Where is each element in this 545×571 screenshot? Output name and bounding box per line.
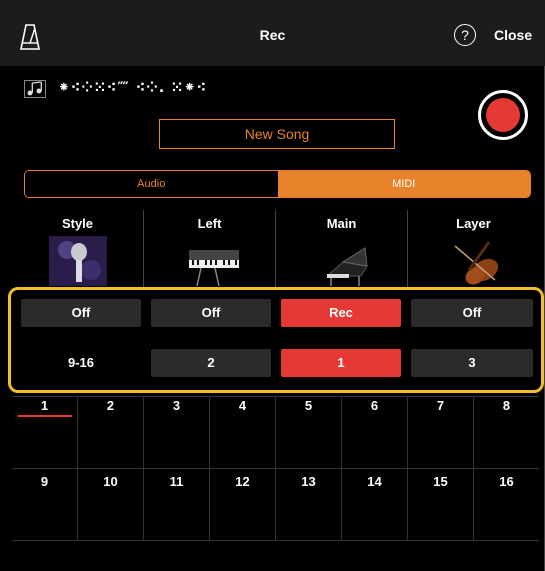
grid-cell[interactable]: 8: [474, 396, 539, 468]
part-label-left: Left: [197, 216, 222, 231]
grid-cell[interactable]: 9: [12, 468, 78, 540]
keyboard-image: [180, 236, 239, 286]
status-button-style[interactable]: Off: [21, 299, 141, 327]
grid-cell[interactable]: 6: [342, 396, 408, 468]
channel-label-style: 9-16: [67, 355, 95, 370]
grid-cell-number: 11: [169, 474, 184, 489]
help-icon[interactable]: ?: [454, 24, 476, 46]
grid-cell[interactable]: 5: [276, 396, 342, 468]
status-button-layer[interactable]: Off: [411, 299, 533, 327]
grid-cell-number: 16: [499, 474, 514, 489]
music-note-icon: [24, 80, 46, 98]
grid-cell-number: 2: [106, 398, 115, 413]
grid-cell[interactable]: 4: [210, 396, 276, 468]
channel-button-layer[interactable]: 3: [411, 349, 533, 377]
record-button[interactable]: [478, 90, 528, 140]
part-layer[interactable]: Layer: [408, 210, 539, 288]
grid-cell-number: 3: [172, 398, 181, 413]
grid-cell[interactable]: 15: [408, 468, 474, 540]
channel-button-left[interactable]: 2: [151, 349, 271, 377]
grid-line: [12, 540, 539, 541]
mode-segmented-control: Audio MIDI: [24, 170, 531, 198]
part-label-main: Main: [326, 216, 357, 231]
grid-cell-number: 15: [433, 474, 448, 489]
record-dot-icon: [486, 98, 520, 132]
close-button[interactable]: Close: [494, 27, 532, 43]
selected-channel-indicator: [18, 415, 72, 417]
grid-cell-number: 7: [436, 398, 445, 413]
tab-audio[interactable]: Audio: [25, 171, 278, 197]
grand-piano-image: [312, 236, 371, 286]
grid-cell-number: 14: [367, 474, 382, 489]
microphone-image: [48, 236, 107, 286]
grid-cell[interactable]: 13: [276, 468, 342, 540]
new-song-button[interactable]: New Song: [159, 119, 395, 149]
grid-cell[interactable]: 7: [408, 396, 474, 468]
channel-grid: 1 2 3 4 5 6 7 8 9 10 11 12 13 14 15 16: [12, 396, 539, 546]
grid-cell-number: 6: [370, 398, 379, 413]
header-bar: Rec ? Close: [0, 0, 545, 66]
channel-button-main[interactable]: 1: [281, 349, 401, 377]
grid-cell-number: 12: [235, 474, 250, 489]
grid-cell[interactable]: 10: [78, 468, 144, 540]
grid-cell[interactable]: 3: [144, 396, 210, 468]
tab-midi[interactable]: MIDI: [277, 171, 530, 197]
grid-cell[interactable]: 12: [210, 468, 276, 540]
grid-cell-number: 5: [304, 398, 313, 413]
part-style[interactable]: Style: [12, 210, 144, 288]
grid-cell-number: 9: [40, 474, 49, 489]
parts-row: Style Left Main Layer: [12, 210, 539, 288]
status-button-left[interactable]: Off: [151, 299, 271, 327]
violin-image: [444, 236, 503, 286]
grid-cell-number: 4: [238, 398, 247, 413]
grid-cell[interactable]: 14: [342, 468, 408, 540]
part-label-style: Style: [61, 216, 94, 231]
part-left[interactable]: Left: [144, 210, 276, 288]
grid-cell-number: 10: [103, 474, 118, 489]
song-name: ⁕⁖⁘⁙⁖⁗ ⁖⁘. ⁙⁕⁖: [58, 80, 208, 96]
grid-cell-number: 1: [40, 398, 49, 413]
grid-cell-number: 8: [502, 398, 511, 413]
grid-cell[interactable]: 16: [474, 468, 539, 540]
grid-cell-number: 13: [301, 474, 316, 489]
grid-cell[interactable]: 2: [78, 396, 144, 468]
part-label-layer: Layer: [456, 216, 491, 231]
grid-cell[interactable]: 1: [12, 396, 78, 468]
grid-cell[interactable]: 11: [144, 468, 210, 540]
status-button-main[interactable]: Rec: [281, 299, 401, 327]
part-main[interactable]: Main: [276, 210, 408, 288]
app-frame: Rec ? Close ⁕⁖⁘⁙⁖⁗ ⁖⁘. ⁙⁕⁖ New Song Audi…: [0, 0, 545, 571]
